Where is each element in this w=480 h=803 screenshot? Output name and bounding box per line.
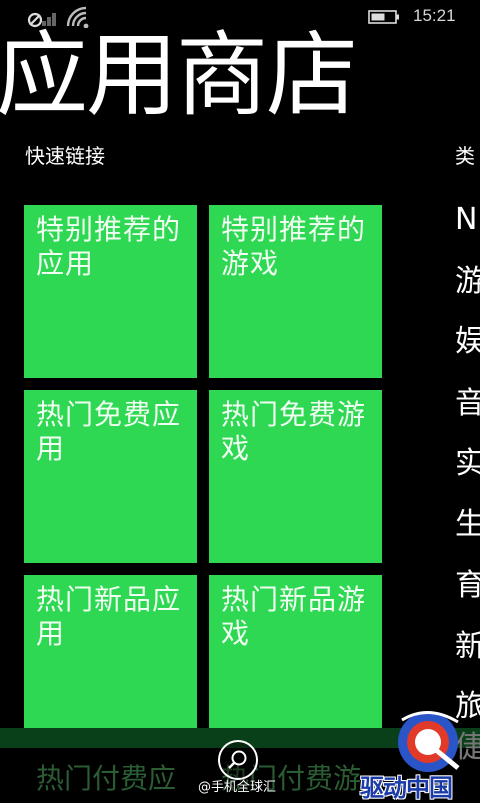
tile-label: 热门免费游戏	[221, 398, 367, 465]
tile-label: 热门免费应用	[36, 398, 182, 465]
tile-label: 特别推荐的应用	[36, 213, 182, 280]
category-item[interactable]: N	[455, 203, 477, 237]
tile-label: 特别推荐的游戏	[221, 213, 367, 280]
tile-new-apps[interactable]: 热门新品应用	[24, 575, 197, 728]
category-item[interactable]: 生	[455, 508, 480, 542]
tile-new-games[interactable]: 热门新品游戏	[209, 575, 382, 728]
tile-label: 热门新品应用	[36, 583, 182, 650]
tile-label: 热门新品游戏	[221, 583, 367, 650]
tile-top-free-apps[interactable]: 热门免费应用	[24, 390, 197, 563]
watermark-text: @手机全球汇	[198, 780, 277, 795]
tile-featured-apps[interactable]: 特别推荐的应用	[24, 205, 197, 378]
search-button[interactable]	[218, 740, 258, 780]
category-item[interactable]: 娱	[455, 325, 480, 359]
tile-featured-games[interactable]: 特别推荐的游戏	[209, 205, 382, 378]
search-icon	[228, 750, 247, 769]
category-item[interactable]: 新	[455, 630, 480, 664]
tile-top-paid-apps[interactable]: 热门付费应	[24, 762, 209, 800]
category-item[interactable]: 游	[455, 265, 480, 299]
status-time: 15:21	[413, 6, 456, 25]
tile-top-free-games[interactable]: 热门免费游戏	[209, 390, 382, 563]
category-item[interactable]: 音	[455, 387, 480, 421]
logo-text: 驱动中国	[360, 774, 453, 802]
category-item[interactable]: 育	[455, 569, 480, 603]
page-title: 应用商店	[0, 22, 358, 129]
category-item[interactable]: 实	[455, 447, 480, 481]
section-header-quick-links: 快速链接	[25, 144, 105, 168]
section-header-categories[interactable]: 类	[455, 140, 475, 169]
battery-icon	[368, 10, 399, 24]
